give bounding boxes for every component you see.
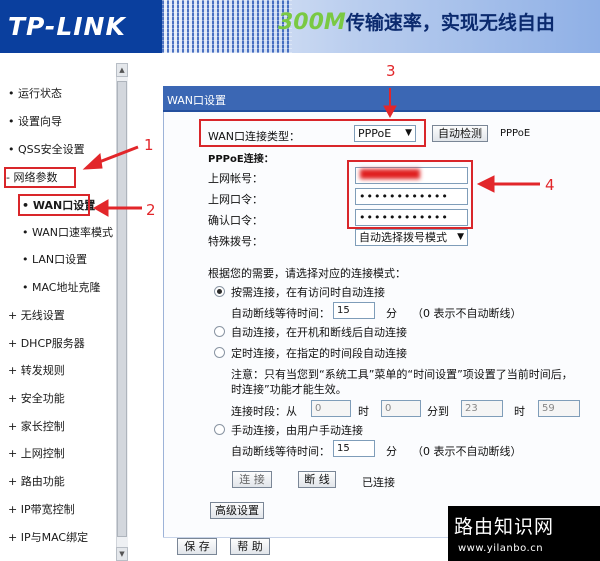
annotation-2: 2 bbox=[146, 201, 156, 219]
watermark-title: 路由知识网 bbox=[454, 516, 555, 538]
arrow-4-head bbox=[476, 175, 495, 193]
annotation-4: 4 bbox=[545, 176, 555, 194]
arrow-1-head bbox=[82, 152, 103, 170]
annotation-arrows bbox=[82, 88, 540, 217]
arrow-2-head bbox=[92, 199, 109, 217]
arrow-3-head bbox=[383, 105, 397, 119]
annotation-3: 3 bbox=[386, 62, 396, 80]
annotation-1: 1 bbox=[144, 136, 154, 154]
watermark-url: www.yilanbo.cn bbox=[458, 543, 544, 554]
watermark: 路由知识网 www.yilanbo.cn bbox=[448, 506, 600, 561]
